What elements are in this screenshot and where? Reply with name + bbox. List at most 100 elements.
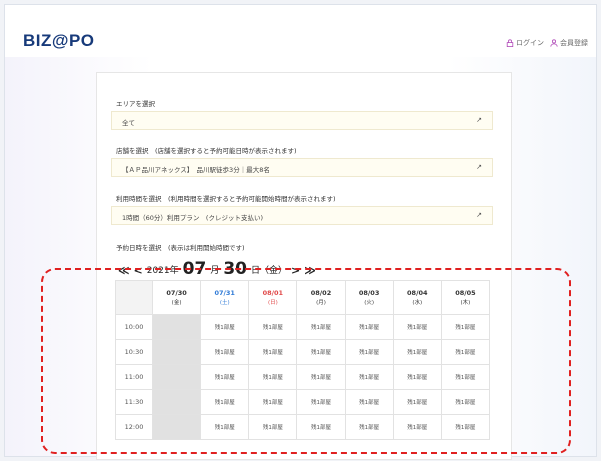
- date-year: 2021年: [146, 266, 179, 276]
- date-month: 07: [182, 259, 207, 279]
- available-slot[interactable]: 残1部屋: [344, 414, 394, 440]
- available-slot[interactable]: 残1部屋: [200, 414, 250, 440]
- time-row: 12:00 残1部屋 残1部屋 残1部屋 残1部屋 残1部屋 残1部屋: [115, 414, 491, 440]
- day-of-week: (日): [267, 300, 278, 306]
- day-header: 08/05 (木): [440, 280, 491, 315]
- expand-icon: ↗: [476, 163, 482, 171]
- day-date: 07/31: [214, 289, 235, 297]
- day-of-week: (金): [171, 300, 182, 306]
- login-label: ログイン: [516, 39, 544, 47]
- time-select[interactable]: 1時間（60分）利用プラン (クレジット支払い) ↗: [111, 206, 493, 225]
- available-slot[interactable]: 残1部屋: [440, 314, 491, 340]
- closed-slot: [151, 389, 202, 415]
- available-slot[interactable]: 残1部屋: [296, 414, 346, 440]
- date-day-suffix: 日（金）: [251, 266, 288, 276]
- register-link[interactable]: 会員登録: [550, 38, 588, 48]
- day-header: 08/01 (日): [248, 280, 298, 315]
- available-slot[interactable]: 残1部屋: [440, 339, 491, 365]
- available-slot[interactable]: 残1部屋: [344, 339, 394, 365]
- time-row: 10:30 残1部屋 残1部屋 残1部屋 残1部屋 残1部屋 残1部屋: [115, 339, 491, 365]
- available-slot[interactable]: 残1部屋: [296, 339, 346, 365]
- day-header: 07/30 (金): [151, 280, 202, 315]
- prev-day-button[interactable]: <: [134, 264, 143, 278]
- schedule-header-row: 07/30 (金) 07/31 (土) 08/01 (日) 08/02 (月) 08/0…: [115, 280, 491, 315]
- day-header: 08/03 (火): [344, 280, 394, 315]
- next-week-button[interactable]: ≫: [304, 264, 316, 278]
- available-slot[interactable]: 残1部屋: [200, 364, 250, 390]
- available-slot[interactable]: 残1部屋: [440, 389, 491, 415]
- time-row: 11:00 残1部屋 残1部屋 残1部屋 残1部屋 残1部屋 残1部屋: [115, 364, 491, 390]
- available-slot[interactable]: 残1部屋: [248, 314, 298, 340]
- time-label: 11:00: [115, 364, 153, 390]
- available-slot[interactable]: 残1部屋: [248, 339, 298, 365]
- day-of-week: (火): [364, 300, 375, 306]
- time-value: 1時間（60分）利用プラン (クレジット支払い): [122, 214, 263, 222]
- next-day-button[interactable]: >: [291, 264, 300, 278]
- day-of-week: (土): [219, 300, 230, 306]
- store-value: 【ＡＰ品川アネックス】 品川駅徒歩3分｜最大8名: [122, 166, 270, 174]
- expand-icon: ↗: [476, 116, 482, 124]
- prev-week-button[interactable]: ≪: [118, 264, 130, 278]
- user-icon: [550, 39, 558, 47]
- available-slot[interactable]: 残1部屋: [200, 339, 250, 365]
- time-label: 11:30: [115, 389, 153, 415]
- closed-slot: [151, 414, 202, 440]
- available-slot[interactable]: 残1部屋: [344, 364, 394, 390]
- available-slot[interactable]: 残1部屋: [392, 314, 442, 340]
- day-date: 08/03: [358, 289, 380, 297]
- area-select[interactable]: 全て ↗: [111, 111, 493, 130]
- date-month-unit: 月: [210, 266, 220, 276]
- login-link[interactable]: ログイン: [506, 38, 544, 48]
- available-slot[interactable]: 残1部屋: [392, 414, 442, 440]
- available-slot[interactable]: 残1部屋: [200, 389, 250, 415]
- reservation-label: 予約日時を選択 (表示は利用開始時間です): [116, 244, 245, 252]
- available-slot[interactable]: 残1部屋: [248, 414, 298, 440]
- day-date: 07/30: [166, 289, 187, 297]
- available-slot[interactable]: 残1部屋: [248, 364, 298, 390]
- time-label: 12:00: [115, 414, 153, 440]
- available-slot[interactable]: 残1部屋: [392, 364, 442, 390]
- area-value: 全て: [122, 119, 135, 127]
- available-slot[interactable]: 残1部屋: [392, 389, 442, 415]
- register-label: 会員登録: [560, 39, 588, 47]
- date-day: 30: [223, 259, 247, 279]
- day-date: 08/05: [455, 289, 476, 297]
- day-date: 08/01: [262, 289, 284, 297]
- available-slot[interactable]: 残1部屋: [296, 364, 346, 390]
- schedule-table: 07/30 (金) 07/31 (土) 08/01 (日) 08/02 (月) 08/0…: [115, 280, 491, 440]
- closed-slot: [151, 364, 202, 390]
- time-row: 11:30 残1部屋 残1部屋 残1部屋 残1部屋 残1部屋 残1部屋: [115, 389, 491, 415]
- header-links: ログイン 会員登録: [506, 38, 588, 48]
- lock-icon: [506, 39, 514, 47]
- site-header: BIZ@PO ログイン 会員登録: [5, 5, 596, 57]
- closed-slot: [151, 339, 202, 365]
- day-of-week: (水): [412, 300, 423, 306]
- day-date: 08/04: [407, 289, 428, 297]
- available-slot[interactable]: 残1部屋: [248, 389, 298, 415]
- available-slot[interactable]: 残1部屋: [392, 339, 442, 365]
- available-slot[interactable]: 残1部屋: [296, 314, 346, 340]
- day-header: 07/31 (土): [200, 280, 250, 315]
- time-label: 10:00: [115, 314, 153, 340]
- available-slot[interactable]: 残1部屋: [296, 389, 346, 415]
- day-header: 08/02 (月): [296, 280, 346, 315]
- time-label: 利用時間を選択 (利用時間を選択すると予約可能開始時間が表示されます): [116, 195, 336, 203]
- day-of-week: (木): [460, 300, 471, 306]
- available-slot[interactable]: 残1部屋: [344, 389, 394, 415]
- available-slot[interactable]: 残1部屋: [200, 314, 250, 340]
- header-corner: [115, 280, 153, 315]
- time-label: 10:30: [115, 339, 153, 365]
- available-slot[interactable]: 残1部屋: [440, 364, 491, 390]
- day-header: 08/04 (水): [392, 280, 442, 315]
- site-logo[interactable]: BIZ@PO: [23, 31, 95, 51]
- store-label: 店舗を選択 (店舗を選択すると予約可能日時が表示されます): [116, 147, 297, 155]
- day-of-week: (月): [316, 300, 326, 306]
- store-select[interactable]: 【ＡＰ品川アネックス】 品川駅徒歩3分｜最大8名 ↗: [111, 158, 493, 177]
- available-slot[interactable]: 残1部屋: [440, 414, 491, 440]
- available-slot[interactable]: 残1部屋: [344, 314, 394, 340]
- expand-icon: ↗: [476, 211, 482, 219]
- day-date: 08/02: [310, 289, 332, 297]
- date-navigation: ≪ < 2021年 07 月 30 日（金） > ≫: [118, 258, 316, 278]
- closed-slot: [151, 314, 202, 340]
- area-label: エリアを選択: [116, 100, 155, 108]
